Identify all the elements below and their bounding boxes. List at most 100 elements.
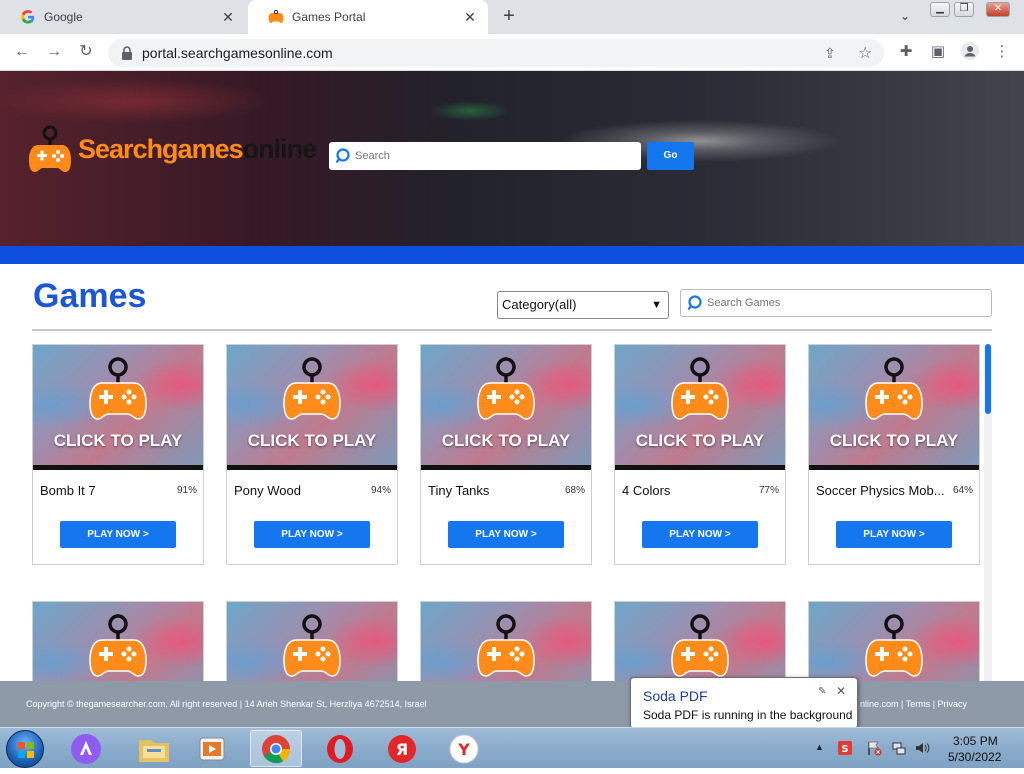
games-scrollbar-thumb[interactable] — [985, 344, 991, 414]
show-hidden-icons-button[interactable]: ▲ — [815, 742, 824, 752]
game-card[interactable] — [420, 601, 592, 681]
game-card[interactable]: CLICK TO PLAY 4 Colors 77% PLAY NOW > — [614, 344, 786, 565]
game-card[interactable]: CLICK TO PLAY Pony Wood 94% PLAY NOW > — [226, 344, 398, 565]
url-text: portal.searchgamesonline.com — [142, 45, 333, 61]
svg-text:Y: Y — [457, 740, 470, 759]
address-bar[interactable]: portal.searchgamesonline.com ⇪ ☆ — [108, 39, 884, 67]
media-player-icon[interactable] — [186, 730, 238, 767]
footer-links[interactable]: nline.com | Terms | Privacy — [860, 699, 967, 709]
yandex-browser-icon[interactable]: Я — [376, 730, 428, 767]
gamepad-icon — [671, 614, 729, 677]
gamepad-icon — [268, 9, 284, 25]
clock-time[interactable]: 3:05 PM — [953, 734, 998, 748]
game-thumbnail[interactable] — [615, 602, 785, 681]
play-now-button[interactable]: PLAY NOW > — [642, 521, 758, 548]
footer-copyright: Copyright © thegamesearcher.com, All rig… — [26, 699, 427, 709]
start-button[interactable] — [6, 730, 44, 768]
game-rating: 94% — [370, 485, 391, 496]
soda-pdf-notification[interactable]: Soda PDF Soda PDF is running in the back… — [630, 677, 858, 729]
close-icon[interactable]: ✕ — [836, 684, 846, 698]
game-thumbnail[interactable]: CLICK TO PLAY — [615, 345, 785, 465]
menu-kebab-icon[interactable]: ⋮ — [992, 42, 1012, 62]
share-icon[interactable]: ⇪ — [824, 45, 836, 62]
play-now-button[interactable]: PLAY NOW > — [836, 521, 952, 548]
game-thumbnail[interactable]: CLICK TO PLAY — [421, 345, 591, 465]
games-search-box[interactable] — [680, 289, 992, 317]
extensions-puzzle-icon[interactable]: ✚ — [896, 42, 916, 62]
minimize-button[interactable]: ▁ — [930, 2, 950, 17]
chrome-icon[interactable] — [250, 730, 302, 767]
gamepad-icon — [283, 357, 341, 420]
google-icon — [20, 9, 36, 25]
game-thumbnail[interactable]: CLICK TO PLAY — [33, 345, 203, 465]
game-name: Bomb It 7 — [40, 483, 96, 498]
gamepad-icon — [89, 614, 147, 677]
section-divider — [32, 329, 992, 331]
clock-date[interactable]: 5/30/2022 — [948, 750, 1001, 764]
game-card[interactable] — [32, 601, 204, 681]
category-dropdown[interactable]: Category(all) ▼ — [497, 291, 669, 319]
logo-text: Searchgamesonline — [78, 133, 317, 164]
game-thumbnail[interactable] — [809, 602, 979, 681]
game-card[interactable] — [226, 601, 398, 681]
game-thumbnail[interactable] — [33, 602, 203, 681]
search-icon — [335, 148, 350, 164]
click-to-play-label: CLICK TO PLAY — [635, 431, 765, 450]
soda-pdf-tray-icon[interactable]: S — [837, 740, 853, 756]
game-card[interactable]: CLICK TO PLAY Bomb It 7 91% PLAY NOW > — [32, 344, 204, 565]
tab-games-portal[interactable]: Games Portal ✕ — [248, 0, 488, 34]
pin-icon[interactable]: ✎ — [818, 686, 826, 697]
tab-google-title: Google — [44, 10, 83, 24]
games-search-input[interactable] — [707, 290, 987, 316]
game-card[interactable]: CLICK TO PLAY Tiny Tanks 68% PLAY NOW > — [420, 344, 592, 565]
header-search-box[interactable] — [329, 142, 641, 170]
play-now-button[interactable]: PLAY NOW > — [448, 521, 564, 548]
tab-strip: Google ✕ Games Portal ✕ + ⌄ ▁ ❐ ✕ — [0, 0, 1024, 34]
game-rating: 64% — [952, 485, 973, 496]
go-button[interactable]: Go — [647, 142, 694, 170]
tab-google[interactable]: Google ✕ — [0, 0, 246, 34]
opera-icon[interactable] — [314, 730, 366, 767]
lock-icon — [122, 46, 132, 60]
browser-toolbar: ← → ↻ portal.searchgamesonline.com ⇪ ☆ ✚… — [0, 34, 1024, 71]
alice-icon[interactable] — [60, 730, 112, 767]
game-thumbnail[interactable]: CLICK TO PLAY — [227, 345, 397, 465]
click-to-play-label: CLICK TO PLAY — [247, 431, 377, 450]
gamepad-icon — [671, 357, 729, 420]
svg-text:S: S — [841, 744, 848, 755]
file-explorer-icon[interactable] — [128, 730, 180, 767]
play-now-button[interactable]: PLAY NOW > — [60, 521, 176, 548]
profile-avatar-icon[interactable] — [960, 42, 980, 62]
action-center-flag-icon[interactable] — [866, 740, 882, 756]
maximize-button[interactable]: ❐ — [954, 2, 974, 17]
notification-title: Soda PDF — [643, 688, 708, 704]
game-thumbnail[interactable]: CLICK TO PLAY — [809, 345, 979, 465]
game-card[interactable] — [614, 601, 786, 681]
game-thumbnail[interactable] — [421, 602, 591, 681]
side-panel-icon[interactable]: ▣ — [928, 42, 948, 62]
hero-blue-band — [0, 246, 1024, 264]
new-tab-button[interactable]: + — [497, 6, 521, 28]
site-logo[interactable]: Searchgamesonline — [28, 125, 317, 173]
close-tab-icon[interactable]: ✕ — [462, 9, 478, 25]
bookmark-star-icon[interactable]: ☆ — [858, 43, 872, 63]
play-now-button[interactable]: PLAY NOW > — [254, 521, 370, 548]
yandex-icon[interactable]: Y — [438, 730, 490, 767]
search-icon — [687, 295, 702, 311]
game-card[interactable] — [808, 601, 980, 681]
game-name: 4 Colors — [622, 483, 671, 498]
game-card[interactable]: CLICK TO PLAY Soccer Physics Mob... 64% … — [808, 344, 980, 565]
close-tab-icon[interactable]: ✕ — [220, 9, 236, 25]
back-arrow-icon[interactable]: ← — [12, 42, 32, 62]
windows-logo-icon — [18, 742, 34, 758]
category-selected-value: Category(all) — [502, 297, 577, 312]
network-icon[interactable] — [891, 740, 907, 756]
click-to-play-label: CLICK TO PLAY — [441, 431, 571, 450]
close-window-button[interactable]: ✕ — [986, 2, 1010, 17]
reload-icon[interactable]: ↻ — [76, 42, 96, 62]
forward-arrow-icon[interactable]: → — [44, 42, 64, 62]
volume-icon[interactable] — [914, 740, 930, 756]
chevron-down-icon[interactable]: ⌄ — [896, 9, 914, 25]
header-search-input[interactable] — [355, 142, 635, 170]
game-thumbnail[interactable] — [227, 602, 397, 681]
